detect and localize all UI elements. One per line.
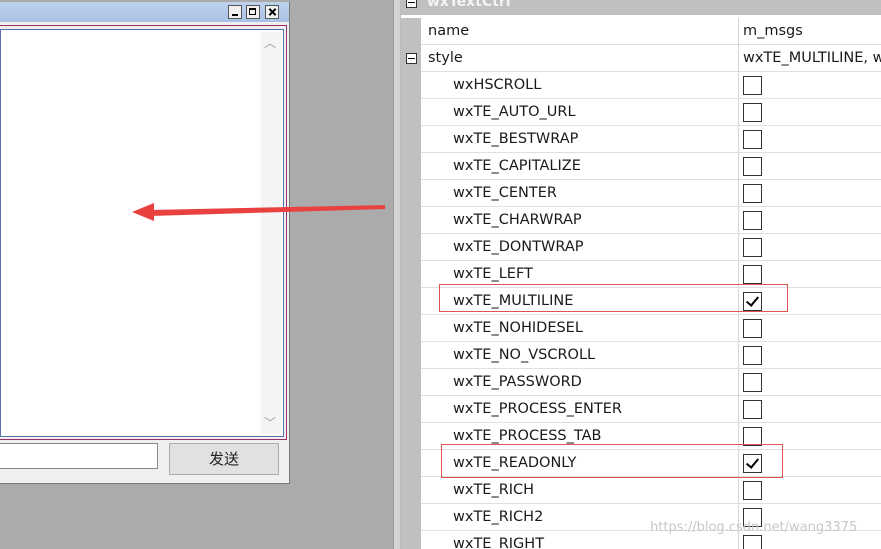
checkbox[interactable] xyxy=(743,481,762,500)
style-flag-row[interactable]: wxTE_DONTWRAP xyxy=(401,234,881,261)
style-flag-name: wxTE_PROCESS_TAB xyxy=(453,428,602,444)
column-divider xyxy=(738,72,739,99)
checkbox[interactable] xyxy=(743,238,762,257)
property-row-style[interactable]: style wxTE_MULTILINE, w xyxy=(401,45,881,72)
style-flag-name: wxTE_RICH xyxy=(453,482,535,498)
style-flag-row[interactable]: wxTE_RICH xyxy=(401,477,881,504)
column-divider xyxy=(738,342,739,369)
column-divider xyxy=(738,369,739,396)
style-flag-name: wxTE_PASSWORD xyxy=(453,374,582,390)
style-flag-name: wxTE_CHARWRAP xyxy=(453,212,582,228)
column-divider xyxy=(738,126,739,153)
category-row: wxTextCtrl xyxy=(401,0,881,15)
style-flag-row[interactable]: wxTE_CENTER xyxy=(401,180,881,207)
row-gutter xyxy=(401,369,421,396)
column-divider xyxy=(738,153,739,180)
style-flag-name: wxTE_PROCESS_ENTER xyxy=(453,401,622,417)
row-gutter xyxy=(401,342,421,369)
style-flag-name: wxTE_CAPITALIZE xyxy=(453,158,581,174)
column-divider xyxy=(738,396,739,423)
style-flag-name: wxTE_NOHIDESEL xyxy=(453,320,583,336)
checkbox[interactable] xyxy=(743,76,762,95)
category-label: wxTextCtrl xyxy=(427,0,511,10)
checkbox[interactable] xyxy=(743,346,762,365)
column-divider xyxy=(738,45,739,72)
row-gutter xyxy=(401,234,421,261)
style-flag-row[interactable]: wxTE_CAPITALIZE xyxy=(401,153,881,180)
checkbox[interactable] xyxy=(743,319,762,338)
row-gutter xyxy=(401,396,421,423)
checkbox[interactable] xyxy=(743,265,762,284)
collapse-icon[interactable] xyxy=(406,53,417,64)
style-flag-row[interactable]: wxTE_PASSWORD xyxy=(401,369,881,396)
watermark: https://blog.csdn.net/wang3375 xyxy=(650,520,858,535)
checkbox[interactable] xyxy=(743,157,762,176)
pane-splitter[interactable] xyxy=(393,0,401,549)
style-flag-row[interactable]: wxHSCROLL xyxy=(401,72,881,99)
column-divider xyxy=(738,315,739,342)
checkbox[interactable] xyxy=(743,535,762,549)
row-gutter xyxy=(401,531,421,549)
row-gutter xyxy=(401,126,421,153)
checkbox[interactable] xyxy=(743,184,762,203)
highlight-multiline xyxy=(439,284,788,312)
row-gutter xyxy=(401,504,421,531)
property-value[interactable]: wxTE_MULTILINE, w xyxy=(743,50,881,66)
row-gutter xyxy=(401,99,421,126)
checkbox[interactable] xyxy=(743,211,762,230)
style-flag-name: wxTE_RICH2 xyxy=(453,509,544,525)
checkbox[interactable] xyxy=(743,373,762,392)
style-flag-name: wxTE_NO_VSCROLL xyxy=(453,347,596,363)
row-gutter xyxy=(401,72,421,99)
row-gutter xyxy=(401,45,421,72)
style-flag-row[interactable]: wxTE_BESTWRAP xyxy=(401,126,881,153)
column-divider xyxy=(738,18,739,45)
style-flag-row[interactable]: wxTE_CHARWRAP xyxy=(401,207,881,234)
property-name: style xyxy=(428,50,463,66)
style-flag-name: wxTE_BESTWRAP xyxy=(453,131,579,147)
style-flag-row[interactable]: wxTE_NOHIDESEL xyxy=(401,315,881,342)
property-value[interactable]: m_msgs xyxy=(743,23,803,39)
row-gutter xyxy=(401,180,421,207)
style-flag-name: wxTE_AUTO_URL xyxy=(453,104,576,120)
column-divider xyxy=(738,234,739,261)
row-gutter xyxy=(401,207,421,234)
column-divider xyxy=(738,477,739,504)
column-divider xyxy=(738,99,739,126)
style-flag-name: wxTE_LEFT xyxy=(453,266,533,282)
row-gutter xyxy=(401,18,421,45)
style-flag-name: wxTE_CENTER xyxy=(453,185,557,201)
checkbox[interactable] xyxy=(743,103,762,122)
row-gutter xyxy=(401,423,421,450)
row-gutter xyxy=(401,288,421,315)
property-name: name xyxy=(428,23,470,39)
row-gutter xyxy=(401,477,421,504)
style-flag-row[interactable]: wxTE_NO_VSCROLL xyxy=(401,342,881,369)
property-row-name[interactable]: name m_msgs xyxy=(401,18,881,45)
property-grid: wxTextCtrl name m_msgs style wxTE_MULTIL… xyxy=(401,0,881,549)
checkbox[interactable] xyxy=(743,130,762,149)
style-flag-name: wxTE_RIGHT xyxy=(453,536,545,549)
style-flag-name: wxHSCROLL xyxy=(453,77,542,93)
collapse-icon[interactable] xyxy=(406,0,417,8)
row-gutter xyxy=(401,450,421,477)
row-gutter xyxy=(401,315,421,342)
row-gutter xyxy=(401,153,421,180)
column-divider xyxy=(738,180,739,207)
highlight-readonly xyxy=(441,444,783,478)
style-flag-name: wxTE_DONTWRAP xyxy=(453,239,584,255)
column-divider xyxy=(738,207,739,234)
row-gutter xyxy=(401,261,421,288)
style-flag-row[interactable]: wxTE_AUTO_URL xyxy=(401,99,881,126)
checkbox[interactable] xyxy=(743,400,762,419)
style-flag-row[interactable]: wxTE_PROCESS_ENTER xyxy=(401,396,881,423)
